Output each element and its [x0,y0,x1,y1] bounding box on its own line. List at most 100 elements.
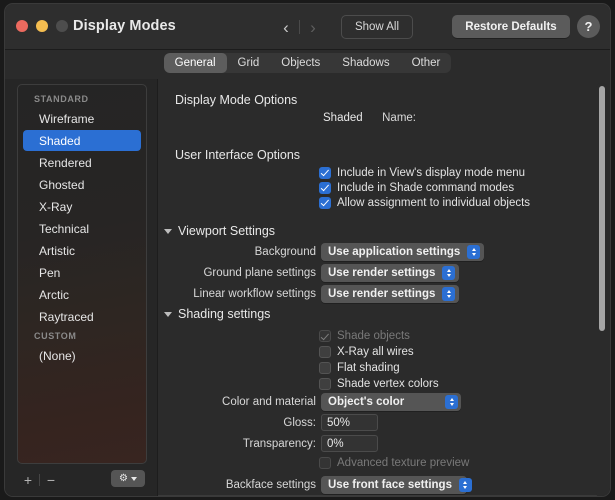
checkbox-label: Include in Shade command modes [337,182,514,194]
viewport-settings-heading: Viewport Settings [178,224,275,238]
color-and-material-value: Object's color [328,396,404,408]
section-divider [158,495,598,496]
user-interface-options-heading: User Interface Options [175,148,300,162]
display-mode-options-heading: Display Mode Options [175,93,297,107]
gloss-label: Gloss: [216,417,316,429]
tab-shadows[interactable]: Shadows [331,53,400,73]
sidebar-group-standard: STANDARD [18,91,146,107]
checkbox-flat-shading[interactable]: Flat shading [319,362,400,374]
sidebar-item-xray[interactable]: X-Ray [23,196,141,217]
checkbox-label: Flat shading [337,362,400,374]
transparency-label: Transparency: [196,438,316,450]
tab-grid[interactable]: Grid [227,53,271,73]
forward-button: › [300,16,326,38]
sidebar-item-technical[interactable]: Technical [23,218,141,239]
background-dropdown[interactable]: Use application settings [321,243,484,261]
settings-content: Display Mode Options Name: Shaded User I… [158,79,598,497]
popup-indicator-icon [445,395,458,409]
help-button[interactable]: ? [577,15,600,38]
navigation-buttons: ‹ › [273,16,326,38]
linear-workflow-settings-dropdown[interactable]: Use render settings [321,285,459,303]
gloss-input[interactable]: 50% [321,414,378,431]
sidebar: STANDARD Wireframe Shaded Rendered Ghost… [5,79,157,497]
pane-scrollbar[interactable] [596,83,607,497]
tab-other[interactable]: Other [401,53,452,73]
checkbox-icon [319,457,331,469]
tab-bar: General Grid Objects Shadows Other [5,50,610,79]
add-display-mode-button[interactable]: + [17,471,39,489]
sidebar-group-custom: CUSTOM [18,328,146,344]
shading-settings-disclosure[interactable]: Shading settings [164,307,270,321]
scrollbar-thumb[interactable] [599,86,605,331]
linear-workflow-settings-label: Linear workflow settings [176,288,316,300]
checkbox-icon [319,378,331,390]
chevron-down-icon [164,229,172,234]
title-bar: Display Modes ‹ › Show All Restore Defau… [5,4,610,50]
checkbox-label: Advanced texture preview [337,457,469,469]
sidebar-item-none[interactable]: (None) [23,345,141,366]
backface-settings-value: Use front face settings [328,479,452,491]
ground-plane-settings-value: Use render settings [328,267,435,279]
chevron-down-icon [131,477,137,481]
popup-indicator-icon [442,266,455,280]
sidebar-item-wireframe[interactable]: Wireframe [23,108,141,129]
checkbox-advanced-texture-preview: Advanced texture preview [319,457,469,469]
popup-indicator-icon [467,245,480,259]
display-mode-list[interactable]: STANDARD Wireframe Shaded Rendered Ghost… [17,84,147,464]
checkbox-icon [319,182,331,194]
checkbox-icon [319,167,331,179]
background-value: Use application settings [328,246,460,258]
checkbox-label: Shade objects [337,330,410,342]
checkbox-icon [319,330,331,342]
checkbox-allow-assignment-individual-objects[interactable]: Allow assignment to individual objects [319,197,530,209]
settings-pane: Display Mode Options Name: Shaded User I… [157,79,610,497]
checkbox-label: Allow assignment to individual objects [337,197,530,209]
checkbox-include-shade-command-modes[interactable]: Include in Shade command modes [319,182,514,194]
back-button[interactable]: ‹ [273,16,299,38]
checkbox-icon [319,346,331,358]
settings-menu-button[interactable]: ⚙ [111,470,145,487]
linear-workflow-settings-value: Use render settings [328,288,435,300]
sidebar-item-shaded[interactable]: Shaded [23,130,141,151]
remove-display-mode-button[interactable]: − [40,471,62,489]
window-controls [16,20,68,32]
sidebar-item-raytraced[interactable]: Raytraced [23,306,141,327]
gear-icon: ⚙ [119,474,128,483]
shading-settings-heading: Shading settings [178,307,270,321]
checkbox-shade-vertex-colors[interactable]: Shade vertex colors [319,378,439,390]
sidebar-item-pen[interactable]: Pen [23,262,141,283]
sidebar-footer: + − ⚙ [17,468,147,492]
window-body: STANDARD Wireframe Shaded Rendered Ghost… [5,79,610,497]
checkbox-label: X-Ray all wires [337,346,414,358]
ground-plane-settings-dropdown[interactable]: Use render settings [321,264,459,282]
ground-plane-settings-label: Ground plane settings [176,267,316,279]
backface-settings-dropdown[interactable]: Use front face settings [321,476,467,494]
popup-indicator-icon [459,478,472,492]
name-value: Shaded [323,112,363,124]
checkbox-icon [319,362,331,374]
minimize-button[interactable] [36,20,48,32]
display-modes-window: Display Modes ‹ › Show All Restore Defau… [4,3,611,497]
checkbox-shade-objects: Shade objects [319,330,410,342]
background-label: Background [196,246,316,258]
color-and-material-dropdown[interactable]: Object's color [321,393,461,411]
sidebar-item-artistic[interactable]: Artistic [23,240,141,261]
close-button[interactable] [16,20,28,32]
show-all-button[interactable]: Show All [341,15,413,39]
viewport-settings-disclosure[interactable]: Viewport Settings [164,224,275,238]
transparency-input[interactable]: 0% [321,435,378,452]
restore-defaults-button[interactable]: Restore Defaults [452,15,570,38]
color-and-material-label: Color and material [196,396,316,408]
tab-general[interactable]: General [164,53,227,73]
sidebar-item-rendered[interactable]: Rendered [23,152,141,173]
checkbox-label: Include in View's display mode menu [337,167,525,179]
sidebar-item-ghosted[interactable]: Ghosted [23,174,141,195]
tab-objects[interactable]: Objects [270,53,331,73]
checkbox-icon [319,197,331,209]
sidebar-item-arctic[interactable]: Arctic [23,284,141,305]
tab-group: General Grid Objects Shadows Other [164,53,452,73]
checkbox-xray-all-wires[interactable]: X-Ray all wires [319,346,414,358]
popup-indicator-icon [442,287,455,301]
checkbox-include-display-mode-menu[interactable]: Include in View's display mode menu [319,167,525,179]
zoom-button [56,20,68,32]
